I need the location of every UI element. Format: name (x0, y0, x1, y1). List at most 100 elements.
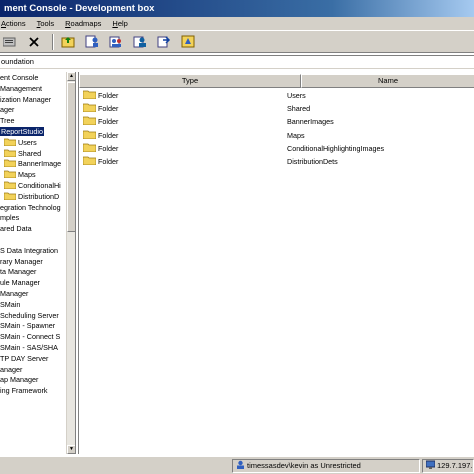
list-item-type: Folder (83, 102, 118, 115)
tree-item[interactable]: DistributionD (4, 192, 59, 202)
list-item-name: Maps (287, 130, 305, 140)
refresh-button[interactable] (178, 33, 198, 51)
list-item-name: Users (287, 91, 306, 100)
navigation-tree[interactable]: ent Console Management ization Manager ager… (0, 72, 66, 454)
menu-actions[interactable]: Actions (1, 19, 26, 28)
tree-item-label: S Data Integration (0, 245, 58, 255)
status-user-panel: timessasdev\kevin as Unrestricted (232, 459, 420, 473)
tree-item[interactable]: TP DAY Server (0, 354, 48, 364)
user-button[interactable] (82, 33, 102, 51)
tree-item-label: ConditionalHi (18, 181, 61, 190)
tree-item[interactable]: Shared (4, 149, 41, 159)
list-item[interactable]: Folder Shared (79, 102, 474, 115)
list-item-type: Folder (83, 115, 118, 128)
list-item-name: Shared (287, 104, 311, 114)
folder-icon (83, 143, 96, 152)
tree-item[interactable]: ager (0, 105, 14, 115)
list-item[interactable]: Folder Maps (79, 129, 474, 142)
tree-item[interactable]: ent Console (0, 73, 38, 83)
column-header-type[interactable]: Type (79, 74, 301, 88)
address-field[interactable]: oundation (0, 55, 474, 69)
tree-item[interactable]: ta Manager (0, 267, 36, 277)
group-icon (109, 36, 121, 48)
tree-item[interactable]: BannerImage (4, 159, 61, 169)
tree-item[interactable]: ConditionalHi (4, 181, 61, 191)
user-status-icon (237, 460, 244, 469)
menu-roadmaps[interactable]: Roadmaps (65, 19, 101, 28)
tree-item[interactable]: Users (4, 138, 37, 148)
tree-item[interactable]: S Data Integration (0, 246, 58, 256)
folder-icon (83, 103, 96, 113)
column-header-name[interactable]: Name (301, 74, 474, 88)
tree-item[interactable]: ule Manager (0, 278, 40, 288)
content-list-pane: Type Name Folder Users Folder Shared Folder B… (78, 72, 474, 454)
tree-item[interactable]: Manager (0, 289, 28, 299)
tree-item-label: Shared (18, 148, 42, 158)
tree-item[interactable]: Management (0, 84, 42, 94)
folder-icon (83, 156, 96, 165)
tree-item-label: Users (18, 137, 37, 147)
tree-item[interactable]: ization Manager (0, 95, 51, 105)
tree-item[interactable]: egration Technolog (0, 203, 61, 213)
connect-button[interactable] (154, 33, 174, 51)
tree-item-label: rary Manager (0, 256, 43, 266)
list-item-type-text: Folder (98, 143, 119, 153)
tree-item[interactable]: ing Framework (0, 386, 48, 396)
menu-help[interactable]: Help (112, 19, 127, 28)
tree-item-label: egration Technolog (0, 202, 61, 212)
scroll-up-arrow-icon[interactable]: ▲ (67, 72, 75, 81)
folder-icon (83, 130, 96, 139)
tree-item[interactable]: anager (0, 365, 22, 375)
delete-button[interactable] (24, 33, 44, 51)
list-item[interactable]: Folder ConditionalHighlightingImages (79, 142, 474, 155)
tree-item[interactable]: SMain - Connect S (0, 332, 60, 342)
window-title-bar: ment Console - Development box (0, 0, 474, 17)
tree-item[interactable]: ared Data (0, 224, 32, 234)
list-item[interactable]: Folder Users (79, 89, 474, 102)
delete-icon (29, 36, 39, 47)
list-item[interactable]: Folder DistributionDets (79, 155, 474, 168)
tree-item-label: mples (0, 213, 20, 223)
list-item-type: Folder (83, 129, 118, 142)
tree-item[interactable]: ap Manager (0, 375, 38, 385)
tree-item[interactable]: mples (0, 213, 19, 223)
properties-icon (3, 37, 16, 46)
scroll-thumb[interactable] (67, 82, 75, 232)
folder-icon (83, 117, 96, 126)
group-button[interactable] (106, 33, 126, 51)
tree-item-label: BannerImage (18, 159, 62, 169)
tree-item[interactable]: Maps (4, 170, 36, 180)
tree-item-label: ule Manager (0, 278, 40, 288)
tree-item[interactable]: Tree (0, 116, 15, 126)
properties-button[interactable] (0, 33, 20, 51)
tree-item-label: Scheduling Server (0, 310, 59, 320)
tree-item-label: TP DAY Server (0, 353, 49, 363)
role-button[interactable] (130, 33, 150, 51)
user-icon (85, 35, 98, 48)
folder-up-icon (61, 37, 75, 48)
tree-item-label: Management (0, 83, 42, 93)
list-item-type-text: Folder (98, 91, 119, 100)
navigation-tree-pane: ent Console Management ization Manager ager… (0, 72, 76, 454)
folder-icon (4, 181, 16, 189)
tree-item[interactable]: SMain - SAS/SHA (0, 343, 58, 353)
tree-item[interactable]: SMain - Spawner (0, 321, 55, 331)
tree-item[interactable]: rary Manager (0, 257, 43, 267)
refresh-icon (181, 35, 195, 48)
tree-item[interactable]: Scheduling Server (0, 311, 59, 321)
tree-item[interactable]: SMain (0, 300, 20, 310)
tree-item-label: DistributionD (18, 191, 60, 201)
list-item[interactable]: Folder BannerImages (79, 115, 474, 128)
folder-up-button[interactable] (58, 33, 78, 51)
list-item-type: Folder (83, 142, 118, 155)
tree-scrollbar[interactable]: ▲ ▼ (66, 72, 75, 454)
tree-item-label: ing Framework (0, 386, 48, 396)
folder-icon (4, 138, 16, 146)
tree-item[interactable]: ReportStudio (0, 127, 44, 137)
status-user-text: timessasdev\kevin as Unrestricted (247, 461, 361, 470)
menu-tools[interactable]: Tools (37, 19, 55, 28)
folder-icon (4, 160, 16, 168)
scroll-down-arrow-icon[interactable]: ▼ (67, 445, 75, 454)
toolbar-separator (52, 33, 54, 50)
window-title: ment Console - Development box (4, 3, 155, 14)
